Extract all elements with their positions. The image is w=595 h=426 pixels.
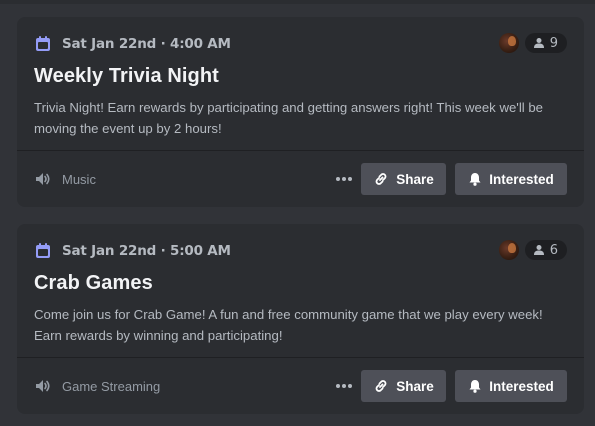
window-top-edge: [0, 0, 595, 4]
calendar-icon: [34, 35, 52, 53]
event-title: Crab Games: [34, 272, 153, 294]
event-footer: Music Share Interested: [17, 151, 584, 207]
share-label: Share: [396, 171, 434, 187]
voice-speaker-icon: [34, 377, 52, 395]
bell-icon: [469, 380, 481, 393]
event-title: Weekly Trivia Night: [34, 65, 219, 87]
event-card-body[interactable]: Sat Jan 22nd · 4:00 AM 9 Weekly Trivia N…: [17, 17, 584, 150]
event-date: Sat Jan 22nd · 5:00 AM: [62, 243, 231, 259]
event-location-label: Game Streaming: [62, 378, 161, 394]
interested-button[interactable]: Interested: [455, 370, 567, 402]
avatar: [498, 240, 519, 260]
event-location-label: Music: [62, 171, 96, 187]
share-label: Share: [396, 378, 434, 394]
more-options-button[interactable]: [333, 167, 355, 191]
event-date: Sat Jan 22nd · 4:00 AM: [62, 36, 231, 52]
event-date-row: Sat Jan 22nd · 4:00 AM: [34, 34, 231, 54]
event-card[interactable]: Sat Jan 22nd · 5:00 AM 6 Crab Games Come…: [17, 224, 584, 414]
person-icon: [533, 37, 545, 49]
attendees[interactable]: 9: [498, 33, 567, 53]
event-description: Come join us for Crab Game! A fun and fr…: [34, 307, 543, 343]
interested-button[interactable]: Interested: [455, 163, 567, 195]
event-card[interactable]: Sat Jan 22nd · 4:00 AM 9 Weekly Trivia N…: [17, 17, 584, 207]
attendees[interactable]: 6: [498, 240, 567, 260]
interested-count-badge: 9: [524, 33, 567, 53]
more-dots-icon: [336, 177, 352, 181]
interested-count: 9: [549, 35, 558, 51]
link-icon: [375, 380, 387, 392]
more-options-button[interactable]: [333, 374, 355, 398]
person-icon: [533, 244, 545, 256]
avatar: [498, 33, 519, 53]
link-icon: [375, 173, 387, 185]
event-location[interactable]: Music: [34, 169, 96, 189]
event-location[interactable]: Game Streaming: [34, 376, 160, 396]
share-button[interactable]: Share: [361, 370, 446, 402]
more-dots-icon: [336, 384, 352, 388]
interested-count: 6: [549, 242, 558, 258]
event-footer: Game Streaming Share Interested: [17, 358, 584, 414]
event-date-row: Sat Jan 22nd · 5:00 AM: [34, 241, 231, 261]
interested-label: Interested: [489, 378, 554, 394]
interested-count-badge: 6: [524, 240, 567, 260]
voice-speaker-icon: [34, 170, 52, 188]
bell-icon: [469, 173, 481, 186]
interested-label: Interested: [489, 171, 554, 187]
share-button[interactable]: Share: [361, 163, 446, 195]
event-card-body[interactable]: Sat Jan 22nd · 5:00 AM 6 Crab Games Come…: [17, 224, 584, 357]
event-description: Trivia Night! Earn rewards by participat…: [34, 100, 544, 136]
calendar-icon: [34, 242, 52, 260]
